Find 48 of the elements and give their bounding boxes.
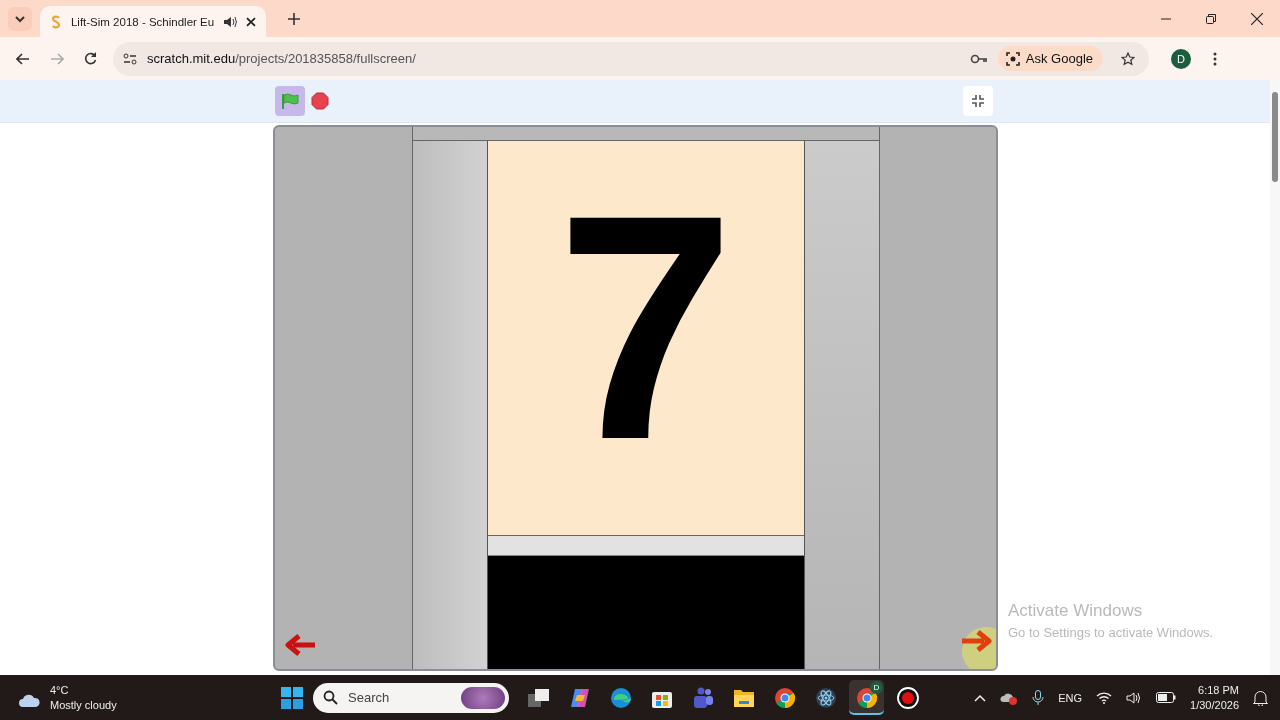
speaker-icon[interactable]: [1126, 690, 1143, 705]
wifi-icon[interactable]: [1096, 691, 1113, 704]
new-tab-icon[interactable]: [288, 12, 300, 25]
close-icon[interactable]: [246, 16, 256, 27]
menu-icon[interactable]: [1213, 51, 1217, 66]
key-icon[interactable]: [969, 53, 988, 64]
profile-avatar[interactable]: D: [1171, 48, 1191, 69]
speaker-icon[interactable]: [223, 15, 238, 28]
lens-icon: [1005, 51, 1020, 66]
chrome-app-icon[interactable]: D: [849, 680, 884, 715]
left-arrow-icon[interactable]: [285, 633, 317, 657]
language-indicator[interactable]: ENG: [1058, 691, 1083, 704]
stop-icon[interactable]: [311, 92, 329, 110]
browser-tab[interactable]: Lift-Sim 2018 - Schindler Eu: [40, 6, 266, 37]
temperature-text[interactable]: 4°C: [50, 682, 117, 698]
activation-message: Go to Settings to activate Windows.: [1008, 625, 1214, 640]
notification-bell-icon[interactable]: [1253, 689, 1268, 706]
collapse-icon: [971, 94, 985, 108]
profile-badge: D: [870, 681, 883, 694]
restore-icon[interactable]: [1206, 13, 1216, 24]
minimize-icon[interactable]: [1161, 17, 1171, 20]
address-bar[interactable]: scratch.mit.edu/projects/201835858/fullscreen/ Ask Google: [113, 41, 1149, 76]
flag-icon: [281, 93, 299, 109]
clock[interactable]: 6:18 PM 1/30/2026: [1190, 682, 1239, 713]
weather-text[interactable]: Mostly cloudy: [50, 697, 117, 713]
search-icon: [323, 690, 338, 705]
star-icon[interactable]: [1121, 51, 1135, 66]
tab-list-button[interactable]: [8, 6, 32, 31]
scrollbar[interactable]: [1270, 80, 1280, 675]
search-field[interactable]: Search: [313, 682, 509, 713]
battery-icon[interactable]: [1156, 692, 1177, 703]
back-icon[interactable]: [16, 52, 30, 65]
activation-title: Activate Windows: [1008, 601, 1144, 621]
right-arrow-icon[interactable]: [960, 629, 992, 653]
close-icon[interactable]: [1251, 12, 1263, 25]
windows-logo-icon[interactable]: [281, 686, 303, 709]
microphone-icon[interactable]: [1032, 689, 1045, 706]
floor-number: 7: [556, 167, 735, 487]
url-text: scratch.mit.edu/projects/201835858/fullscreen/: [147, 51, 416, 66]
chrome-logo-icon[interactable]: [855, 686, 878, 709]
scratch-logo-icon: [50, 14, 62, 29]
ask-google-button[interactable]: Ask Google: [997, 46, 1103, 71]
search-highlight-picture: [461, 686, 505, 709]
exit-fullscreen-button[interactable]: [963, 86, 993, 116]
chevron-up-icon[interactable]: [974, 693, 987, 702]
reload-icon[interactable]: [84, 52, 97, 65]
site-settings-icon[interactable]: [123, 52, 137, 65]
tab-title: Lift-Sim 2018 - Schindler Eu: [70, 15, 215, 28]
